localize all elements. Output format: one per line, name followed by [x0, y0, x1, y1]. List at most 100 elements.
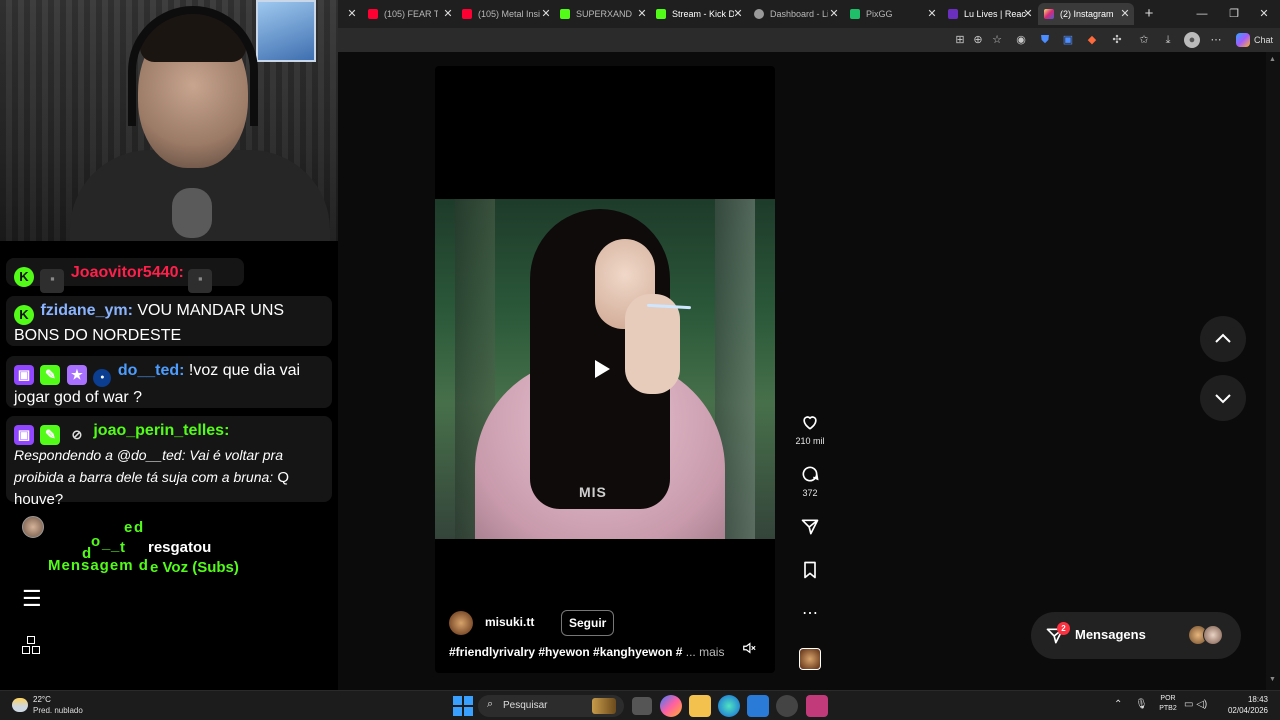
eye-off-icon: ⊘	[71, 427, 83, 442]
system-clock[interactable]: 18:43 02/04/2026	[1222, 694, 1268, 716]
search-placeholder: Pesquisar	[503, 700, 548, 711]
close-icon[interactable]: ✕	[1022, 3, 1034, 25]
tab-label: Lu Lives | React	[964, 9, 1026, 19]
more-link[interactable]: ... mais	[686, 645, 725, 659]
reel-player[interactable]: MIS misuki.tt Seguir #friendlyrivalry #h…	[435, 66, 775, 673]
messages-button[interactable]: 2 Mensagens	[1031, 612, 1241, 659]
obs-icon[interactable]	[776, 695, 798, 717]
favorite-star-icon[interactable]: ☆	[989, 32, 1005, 48]
pencil-badge-icon: ✎	[40, 425, 61, 445]
new-tab-icon[interactable]: +	[1137, 3, 1161, 25]
video-watermark: MIS	[579, 484, 607, 500]
profile-icon[interactable]: ●	[1184, 32, 1200, 48]
like-action[interactable]: 210 mil	[787, 412, 833, 446]
messages-label: Mensagens	[1075, 627, 1146, 642]
download-icon[interactable]: ⤓	[1160, 32, 1176, 48]
close-icon[interactable]: ✕	[540, 3, 552, 25]
hamburger-menu-icon[interactable]: ☰	[22, 588, 44, 610]
minimize-icon[interactable]: —	[1190, 3, 1214, 25]
play-icon[interactable]	[595, 360, 610, 378]
more-action[interactable]: ⋯	[787, 603, 833, 625]
close-window-icon[interactable]: ✕	[1252, 3, 1276, 25]
scroll-up-icon[interactable]: ▲	[1269, 56, 1277, 63]
send-icon[interactable]	[799, 517, 821, 539]
tab[interactable]: (105) FEAR THE	[362, 3, 438, 25]
maximize-icon[interactable]: ❐	[1222, 3, 1246, 25]
copilot-button[interactable]: Chat	[1236, 32, 1273, 48]
file-explorer-icon[interactable]	[689, 695, 711, 717]
kick-icon	[656, 9, 666, 19]
next-reel-button[interactable]	[1200, 375, 1246, 421]
comment-action[interactable]: 372	[787, 464, 833, 498]
edge-icon[interactable]	[718, 695, 740, 717]
kick-badge-icon: K	[14, 305, 34, 325]
chat-username: Joaovitor5440:	[70, 264, 184, 281]
close-icon[interactable]: ✕	[636, 3, 648, 25]
instagram-reels-page: MIS misuki.tt Seguir #friendlyrivalry #h…	[338, 52, 1266, 690]
instagram-icon	[1044, 9, 1054, 19]
task-view-icon[interactable]	[632, 697, 652, 715]
bookmark-icon[interactable]	[799, 560, 821, 582]
audio-thumbnail[interactable]	[799, 648, 821, 670]
tab[interactable]: PixGG	[844, 3, 924, 25]
mute-icon[interactable]	[741, 641, 757, 657]
chevron-up-icon[interactable]: ⌃	[1114, 699, 1122, 710]
copilot-label: Chat	[1254, 35, 1274, 45]
zoom-icon[interactable]: ⊕	[970, 32, 986, 48]
keyboard-layout: PTB2	[1159, 705, 1177, 712]
follow-button[interactable]: Seguir	[561, 610, 615, 636]
chat-message: K fzidane_ym: VOU MANDAR UNS BONS DO NOR…	[6, 296, 332, 346]
tab[interactable]: Lu Lives | React	[942, 3, 1026, 25]
puzzle-icon[interactable]: ✣	[1109, 32, 1125, 48]
apps-grid-icon[interactable]	[22, 636, 42, 656]
wavy-letter: _	[102, 535, 111, 552]
close-icon[interactable]: ✕	[442, 3, 454, 25]
store-icon[interactable]	[747, 695, 769, 717]
translate-icon[interactable]: ▣	[1060, 32, 1076, 48]
tab[interactable]: Dashboard - Liv	[748, 3, 828, 25]
youtube-icon	[368, 9, 378, 19]
network-volume-icon[interactable]: ▭ ◁)	[1184, 699, 1207, 710]
author-username[interactable]: misuki.tt	[485, 615, 534, 629]
scroll-down-icon[interactable]: ▼	[1269, 676, 1277, 683]
stream-overlay: K ▪ Joaovitor5440: ▪ K fzidane_ym: VOU M…	[0, 0, 338, 690]
chat-message: ▣ ✎ ★ ● do__ted: !voz que dia vai jogar …	[6, 356, 332, 408]
wavy-letter: o	[91, 533, 101, 550]
microphone-icon[interactable]: 🎙	[1135, 699, 1148, 710]
tab[interactable]: (105) Metal Insi	[456, 3, 542, 25]
extension-icon[interactable]: ◆	[1084, 32, 1100, 48]
save-action[interactable]	[787, 560, 833, 582]
globe-icon	[754, 9, 764, 19]
close-icon[interactable]: ✕	[828, 3, 840, 25]
close-icon[interactable]: ✕	[346, 3, 358, 25]
reward-name: e Voz (Subs)	[150, 559, 239, 576]
reel-caption: #friendlyrivalry #hyewon #kanghyewon # .…	[449, 645, 724, 659]
tab[interactable]: Stream - Kick Da	[650, 3, 734, 25]
extension-icon[interactable]: ◉	[1013, 32, 1029, 48]
close-icon[interactable]: ✕	[1119, 3, 1131, 25]
avatar[interactable]	[449, 611, 473, 635]
more-icon[interactable]: ⋯	[1208, 32, 1224, 48]
more-dots-icon[interactable]: ⋯	[799, 603, 821, 625]
nasa-badge-icon: ●	[93, 369, 112, 387]
share-action[interactable]	[787, 517, 833, 539]
close-icon[interactable]: ✕	[732, 3, 744, 25]
app-available-icon[interactable]: ⊞	[952, 32, 968, 48]
shield-icon[interactable]: ⛊	[1037, 32, 1053, 48]
language-indicator[interactable]: POR PTB2	[1158, 694, 1178, 714]
chat-overlay: K ▪ Joaovitor5440: ▪ K fzidane_ym: VOU M…	[0, 241, 338, 521]
app-icon[interactable]	[806, 695, 828, 717]
heart-icon[interactable]	[799, 412, 821, 434]
close-icon[interactable]: ✕	[926, 3, 938, 25]
favorites-icon[interactable]: ✩	[1136, 32, 1152, 48]
copilot-app-icon[interactable]	[660, 695, 682, 717]
time: 18:43	[1247, 695, 1268, 704]
scrollbar[interactable]: ▲ ▼	[1266, 52, 1280, 690]
tab[interactable]: SUPERXANDAO	[554, 3, 632, 25]
windows-start-icon[interactable]	[452, 695, 474, 717]
wavy-letter: _	[111, 537, 120, 554]
previous-reel-button[interactable]	[1200, 316, 1246, 362]
comment-icon[interactable]	[799, 464, 821, 486]
taskbar-search[interactable]: ⌕ Pesquisar	[478, 695, 624, 717]
reel-video[interactable]: MIS	[435, 199, 775, 539]
